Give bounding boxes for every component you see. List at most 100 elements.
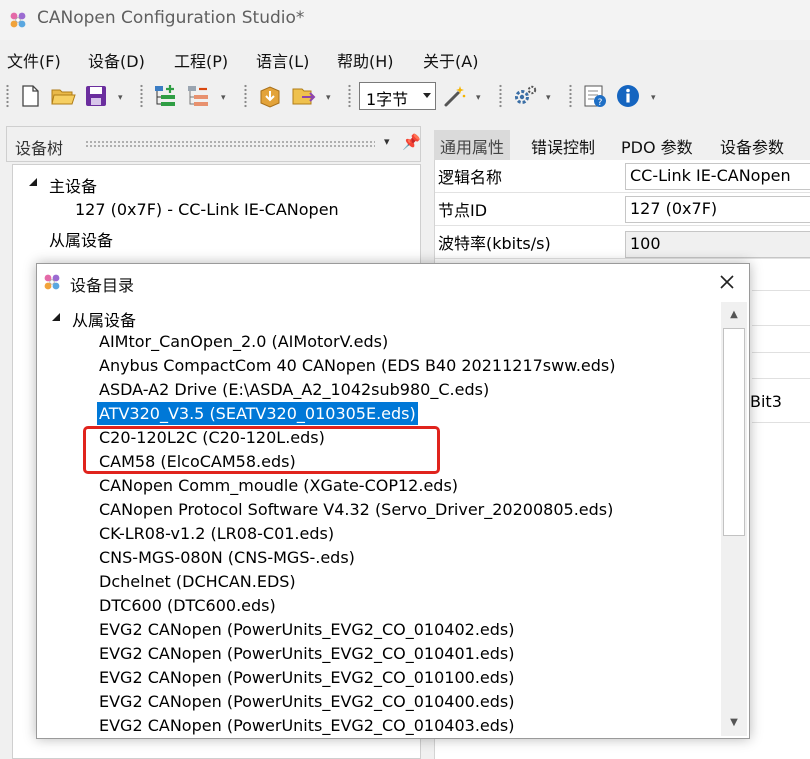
- device-list-item[interactable]: ATV320_V3.5 (SEATV320_010305E.eds): [97, 402, 418, 425]
- remove-device-icon: [188, 86, 208, 106]
- scroll-down-icon[interactable]: ▼: [723, 712, 745, 734]
- logical-name-field[interactable]: CC-Link IE-CANopen: [625, 163, 810, 190]
- expand-triangle-icon[interactable]: [52, 313, 60, 321]
- device-list-item[interactable]: AIMtor_CanOpen_2.0 (AIMotorV.eds): [97, 330, 390, 353]
- list-root-slave[interactable]: 从属设备: [72, 307, 136, 331]
- app-logo-icon: [10, 12, 26, 28]
- toolbar: ▾ ▾ ▾ 1字节 ▾ ▾ ? ▾: [0, 78, 810, 116]
- device-list-item[interactable]: Dchelnet (DCHCAN.EDS): [97, 570, 298, 593]
- menu-bar: 文件(F) 设备(D) 工程(P) 语言(L) 帮助(H) 关于(A): [0, 44, 810, 74]
- tab-pdo[interactable]: PDO 参数: [615, 130, 699, 160]
- tab-general[interactable]: 通用属性: [434, 130, 511, 160]
- menu-language[interactable]: 语言(L): [256, 48, 309, 72]
- dialog-title: 设备目录: [70, 276, 135, 295]
- device-tree-header: 设备树 ▾ 📌: [6, 126, 421, 162]
- menu-help[interactable]: 帮助(H): [337, 48, 394, 72]
- scrollbar-thumb[interactable]: [723, 328, 745, 536]
- prop-label: 节点ID: [438, 201, 488, 220]
- pin-icon[interactable]: 📌: [402, 133, 421, 151]
- new-file-button[interactable]: [17, 83, 43, 109]
- grid-line: [752, 325, 810, 326]
- help-icon: ?: [584, 85, 606, 108]
- node-id-field[interactable]: 127 (0x7F): [625, 196, 810, 223]
- chevron-down-icon[interactable]: ▾: [476, 92, 484, 104]
- device-list-item[interactable]: EVG2 CANopen (PowerUnits_EVG2_CO_010400.…: [97, 690, 516, 713]
- open-folder-icon: [51, 89, 76, 105]
- prop-label: 逻辑名称: [438, 168, 503, 187]
- import-button[interactable]: [257, 83, 283, 109]
- chevron-down-icon[interactable]: ▾: [326, 92, 334, 104]
- device-list-item[interactable]: CK-LR08-v1.2 (LR08-C01.eds): [97, 522, 336, 545]
- device-list-item[interactable]: Anybus CompactCom 40 CANopen (EDS B40 20…: [97, 354, 618, 377]
- grid-line: [752, 290, 810, 291]
- toolbar-grip[interactable]: [569, 84, 572, 108]
- device-list-item[interactable]: DTC600 (DTC600.eds): [97, 594, 278, 617]
- info-button[interactable]: [615, 83, 641, 109]
- grid-line: [752, 422, 810, 423]
- property-peek-value: Bit3: [750, 392, 782, 411]
- settings-button[interactable]: [512, 83, 538, 109]
- import-icon: [260, 86, 280, 108]
- byte-size-value: 1字节: [366, 90, 409, 109]
- add-device-button[interactable]: [152, 83, 178, 109]
- toolbar-grip[interactable]: [348, 84, 351, 108]
- device-list-item[interactable]: CNS-MGS-080N (CNS-MGS-.eds): [97, 546, 357, 569]
- wand-button[interactable]: [441, 83, 467, 109]
- add-device-icon: [155, 85, 175, 106]
- device-list-item[interactable]: EVG2 CANopen (PowerUnits_EVG2_CO_010402.…: [97, 618, 516, 641]
- menu-about[interactable]: 关于(A): [423, 48, 478, 72]
- prop-row-logical-name: 逻辑名称 CC-Link IE-CANopen: [435, 160, 810, 193]
- tab-device-params[interactable]: 设备参数: [714, 130, 790, 160]
- settings-icon: [515, 85, 537, 104]
- device-list-item[interactable]: EVG2 CANopen (PowerUnits_EVG2_CO_010401.…: [97, 642, 516, 665]
- expand-triangle-icon[interactable]: [29, 178, 37, 186]
- grid-line: [752, 378, 810, 379]
- device-list-item[interactable]: EVG2 CANopen (PowerUnits_EVG2_CO_010403.…: [97, 714, 516, 737]
- save-button[interactable]: [83, 83, 109, 109]
- toolbar-grip[interactable]: [6, 84, 9, 108]
- scroll-up-icon[interactable]: ▲: [723, 304, 745, 326]
- title-bar: CANopen Configuration Studio*: [0, 0, 810, 40]
- chevron-down-icon[interactable]: ▾: [221, 92, 229, 104]
- byte-size-select[interactable]: 1字节: [359, 82, 436, 110]
- export-button[interactable]: [290, 83, 316, 109]
- chevron-down-icon: [423, 93, 431, 98]
- toolbar-grip[interactable]: [140, 84, 143, 108]
- menu-device[interactable]: 设备(D): [88, 48, 145, 72]
- tree-node-master[interactable]: 主设备: [49, 173, 97, 197]
- svg-text:?: ?: [598, 98, 603, 108]
- device-tree-title: 设备树: [15, 139, 64, 158]
- tree-node-slave[interactable]: 从属设备: [49, 227, 113, 251]
- app-logo-icon: [44, 274, 60, 290]
- chevron-down-icon[interactable]: ▾: [546, 92, 554, 104]
- prop-label: 波特率(kbits/s): [438, 234, 551, 253]
- scrollbar[interactable]: ▲ ▼: [721, 302, 747, 736]
- toolbar-grip[interactable]: [244, 84, 247, 108]
- device-catalog-list: 从属设备 AIMtor_CanOpen_2.0 (AIMotorV.eds) An…: [37, 300, 749, 738]
- save-icon: [86, 86, 106, 106]
- help-button[interactable]: ?: [582, 83, 608, 109]
- tab-error-control[interactable]: 错误控制: [525, 130, 601, 160]
- menu-file[interactable]: 文件(F): [7, 48, 61, 72]
- device-list-item[interactable]: ASDA-A2 Drive (E:\ASDA_A2_1042sub980_C.e…: [97, 378, 491, 401]
- highlight-annotation: [83, 426, 440, 474]
- export-icon: [292, 88, 316, 105]
- tree-node-master-device[interactable]: 127 (0x7F) - CC-Link IE-CANopen: [75, 200, 339, 219]
- chevron-down-icon[interactable]: ▾: [651, 92, 659, 104]
- toolbar-grip[interactable]: [499, 84, 502, 108]
- info-icon: [617, 85, 639, 107]
- device-list-item[interactable]: CANopen Protocol Software V4.32 (Servo_D…: [97, 498, 615, 521]
- close-icon[interactable]: [715, 270, 739, 294]
- grid-line: [752, 352, 810, 353]
- device-list-item[interactable]: CANopen Comm_moudle (XGate-COP12.eds): [97, 474, 460, 497]
- remove-device-button[interactable]: [185, 83, 211, 109]
- panel-drag-handle[interactable]: [85, 140, 375, 148]
- open-button[interactable]: [50, 83, 76, 109]
- menu-project[interactable]: 工程(P): [174, 48, 228, 72]
- chevron-down-icon[interactable]: ▾: [384, 135, 390, 148]
- window-title: CANopen Configuration Studio*: [37, 8, 305, 28]
- device-list-item[interactable]: EVG2 CANopen (PowerUnits_EVG2_CO_010100.…: [97, 666, 516, 689]
- wand-icon: [444, 86, 466, 107]
- chevron-down-icon[interactable]: ▾: [118, 92, 126, 104]
- baud-rate-field[interactable]: 100: [625, 231, 810, 258]
